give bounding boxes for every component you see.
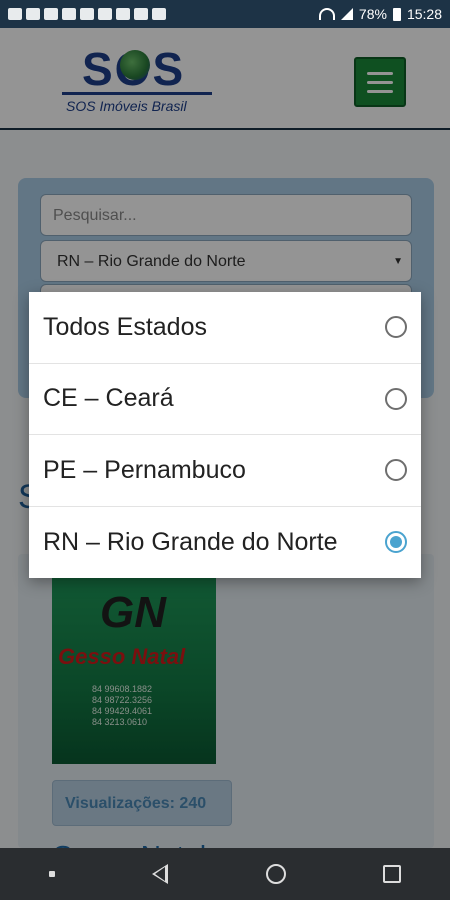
- battery-icon: [392, 7, 401, 21]
- navigation-bar: [0, 848, 450, 900]
- doc-icon: [44, 8, 58, 20]
- recent-apps-icon[interactable]: [383, 865, 402, 883]
- signal-icon: [340, 8, 353, 20]
- battery-percent: 78%: [358, 6, 387, 22]
- image-icon: [152, 8, 166, 20]
- radio-unchecked-icon[interactable]: [385, 459, 407, 482]
- option-label: CE – Ceará: [43, 384, 174, 413]
- option-ce[interactable]: CE – Ceará: [29, 364, 421, 435]
- youtube-icon: [62, 8, 76, 20]
- youtube-icon: [98, 8, 112, 20]
- youtube-icon: [116, 8, 130, 20]
- radio-checked-icon[interactable]: [385, 531, 407, 554]
- wifi-icon: [318, 8, 335, 20]
- radio-unchecked-icon[interactable]: [385, 316, 407, 339]
- youtube-icon: [80, 8, 94, 20]
- option-label: RN – Rio Grande do Norte: [43, 527, 338, 556]
- home-icon[interactable]: [265, 864, 286, 884]
- radio-unchecked-icon[interactable]: [385, 387, 407, 410]
- clock: 15:28: [406, 6, 442, 22]
- option-todos-estados[interactable]: Todos Estados: [29, 292, 421, 364]
- state-picker-dialog: Todos Estados CE – Ceará PE – Pernambuco…: [29, 292, 421, 578]
- option-rn[interactable]: RN – Rio Grande do Norte: [29, 507, 421, 579]
- notification-icons: [8, 8, 166, 20]
- back-icon[interactable]: [152, 864, 169, 884]
- facebook-icon: [8, 8, 22, 20]
- option-label: PE – Pernambuco: [43, 455, 246, 484]
- status-right: 78% 15:28: [318, 6, 442, 22]
- option-label: Todos Estados: [43, 312, 207, 341]
- mail-icon: [26, 8, 40, 20]
- nav-indicator-icon: [48, 871, 55, 877]
- status-bar: 78% 15:28: [0, 0, 450, 28]
- option-pe[interactable]: PE – Pernambuco: [29, 435, 421, 507]
- youtube-icon: [134, 8, 148, 20]
